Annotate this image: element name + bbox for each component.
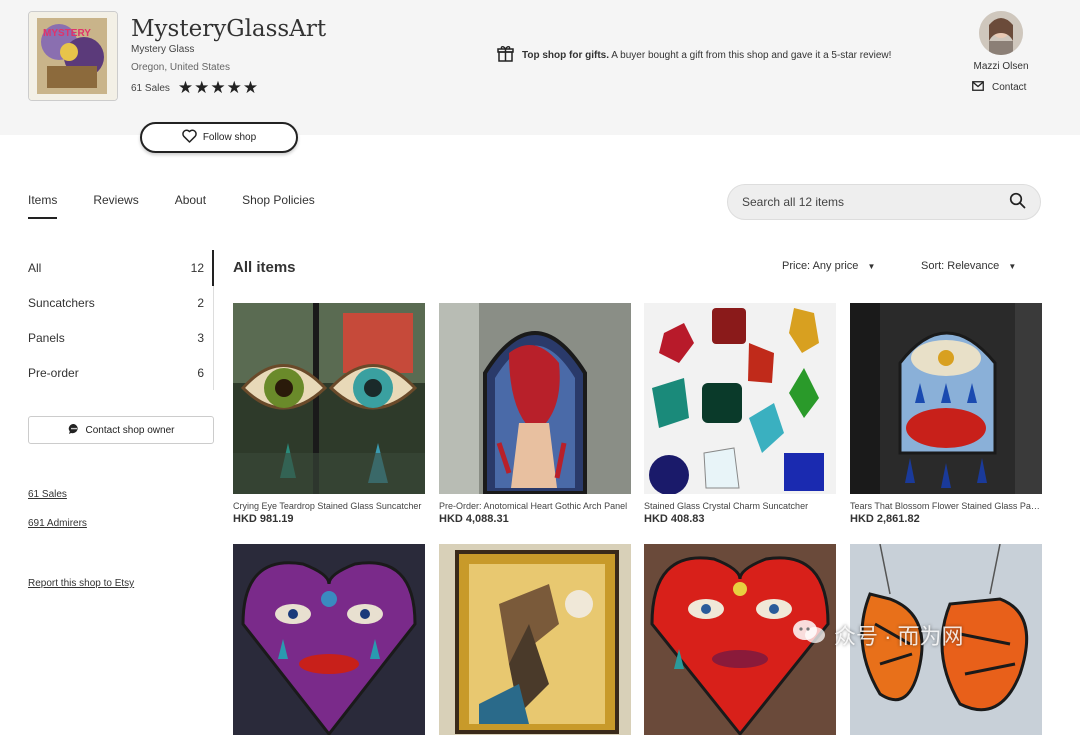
product-card[interactable]: Stained Glass Crystal Charm Suncatcher H… <box>644 303 836 525</box>
gift-banner-text: A buyer bought a gift from this shop and… <box>611 49 892 61</box>
shop-subtitle: Mystery Glass <box>131 44 195 55</box>
search-placeholder: Search all 12 items <box>742 195 845 209</box>
report-shop-link[interactable]: Report this shop to Etsy <box>28 578 134 589</box>
product-price: HKD 981.19 <box>233 513 294 525</box>
product-image[interactable] <box>850 303 1042 494</box>
svg-text:MYSTERY: MYSTERY <box>43 28 91 39</box>
product-image[interactable] <box>233 303 425 494</box>
follow-shop-button[interactable]: Follow shop <box>140 122 298 153</box>
category-label: Pre-order <box>28 365 79 380</box>
caret-down-icon: ▼ <box>867 262 876 271</box>
category-label: All <box>28 260 42 275</box>
gift-banner: Top shop for gifts. A buyer bought a gif… <box>497 45 891 65</box>
product-title[interactable]: Stained Glass Crystal Charm Suncatcher <box>644 501 836 511</box>
follow-label: Follow shop <box>202 132 257 143</box>
caret-down-icon: ▼ <box>1008 262 1017 271</box>
shop-name: MysteryGlassArt <box>131 16 327 42</box>
mail-icon <box>972 81 984 94</box>
product-title[interactable]: Pre-Order: Anotomical Heart Gothic Arch … <box>439 501 631 511</box>
sales-rating-row: 61 Sales ★★★★★ <box>131 78 259 98</box>
tab-reviews[interactable]: Reviews <box>93 193 138 219</box>
tab-shop-policies[interactable]: Shop Policies <box>242 193 315 219</box>
watermark: 众号 · 而为网 <box>792 618 964 652</box>
heart-icon <box>182 129 197 146</box>
product-card[interactable]: Tears That Blossom Flower Stained Glass … <box>850 303 1042 525</box>
chat-bubble-icon <box>792 618 826 652</box>
sidebar-item-panels[interactable]: Panels 3 <box>28 320 214 355</box>
sidebar-item-all[interactable]: All 12 <box>28 250 214 285</box>
product-card[interactable]: Pre-Order: Anotomical Heart Gothic Arch … <box>439 303 631 525</box>
category-count: 3 <box>197 330 204 345</box>
shop-tabs: Items Reviews About Shop Policies <box>28 193 351 219</box>
gift-banner-bold: Top shop for gifts. <box>522 49 610 61</box>
sort-label: Sort: Relevance <box>921 260 1000 272</box>
product-card[interactable] <box>439 544 631 744</box>
search-icon[interactable] <box>1009 192 1026 212</box>
category-count: 12 <box>190 260 204 275</box>
sidebar-item-pre-order[interactable]: Pre-order 6 <box>28 355 214 390</box>
product-image[interactable] <box>439 544 631 735</box>
contact-link[interactable]: Contact <box>972 81 1026 94</box>
tab-items[interactable]: Items <box>28 193 58 219</box>
shop-owner[interactable]: Mazzi Olsen <box>968 11 1034 72</box>
price-filter-label: Price: Any price <box>782 260 859 272</box>
chat-bubble-icon <box>68 423 80 438</box>
owner-name: Mazzi Olsen <box>973 61 1029 72</box>
section-heading: All items <box>233 259 296 276</box>
avatar[interactable] <box>979 11 1023 55</box>
tab-about[interactable]: About <box>175 193 206 219</box>
gift-icon <box>497 45 514 65</box>
product-card[interactable]: Crying Eye Teardrop Stained Glass Suncat… <box>233 303 425 525</box>
product-image[interactable] <box>233 544 425 735</box>
product-price: HKD 408.83 <box>644 513 705 525</box>
admirers-link[interactable]: 691 Admirers <box>28 518 87 529</box>
product-title[interactable]: Tears That Blossom Flower Stained Glass … <box>850 501 1042 511</box>
shop-location: Oregon, United States <box>131 62 230 73</box>
product-image[interactable] <box>644 303 836 494</box>
category-list: All 12 Suncatchers 2 Panels 3 Pre-order … <box>28 250 214 390</box>
product-title[interactable]: Crying Eye Teardrop Stained Glass Suncat… <box>233 501 425 511</box>
sidebar-item-suncatchers[interactable]: Suncatchers 2 <box>28 285 214 320</box>
watermark-text: 众号 · 而为网 <box>834 624 964 649</box>
sales-count: 61 Sales <box>131 82 170 94</box>
product-card[interactable] <box>233 544 425 744</box>
contact-owner-label: Contact shop owner <box>85 424 175 436</box>
category-count: 2 <box>197 295 204 310</box>
category-count: 6 <box>197 365 204 380</box>
search-input[interactable]: Search all 12 items <box>727 184 1041 220</box>
product-price: HKD 4,088.31 <box>439 513 509 525</box>
star-rating[interactable]: ★★★★★ <box>178 78 259 98</box>
category-label: Panels <box>28 330 65 345</box>
price-filter-dropdown[interactable]: Price: Any price ▼ <box>782 260 875 272</box>
contact-label: Contact <box>992 82 1027 93</box>
contact-shop-owner-button[interactable]: Contact shop owner <box>28 416 214 444</box>
category-label: Suncatchers <box>28 295 95 310</box>
sales-link[interactable]: 61 Sales <box>28 489 67 500</box>
shop-logo[interactable]: MYSTERY <box>28 11 118 101</box>
product-price: HKD 2,861.82 <box>850 513 920 525</box>
product-image[interactable] <box>439 303 631 494</box>
sort-dropdown[interactable]: Sort: Relevance ▼ <box>921 260 1016 272</box>
